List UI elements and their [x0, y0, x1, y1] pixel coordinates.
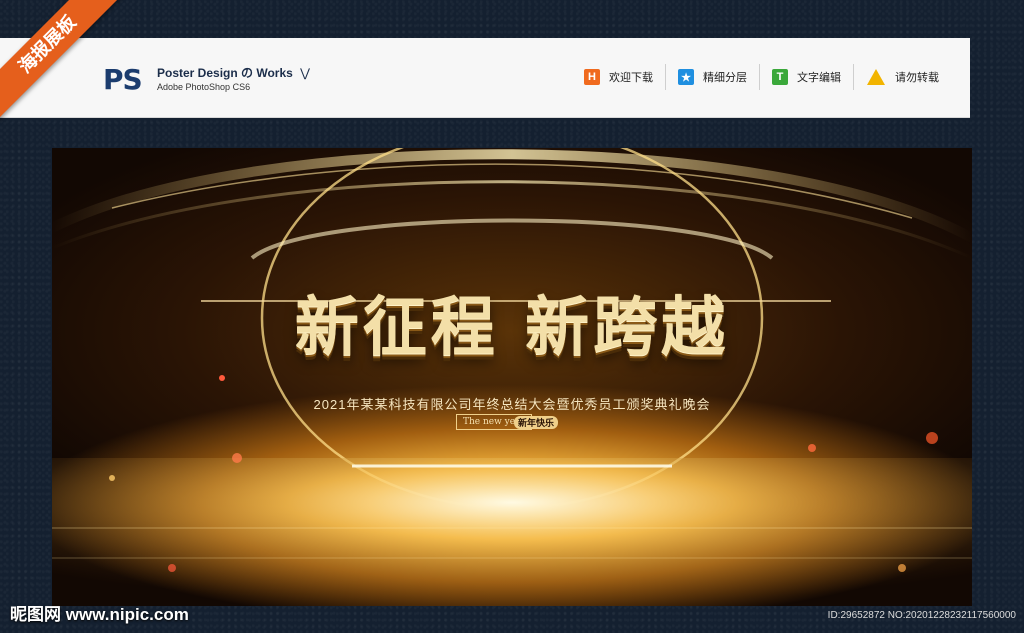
header-bar: PS Poster Design の Works ⋁ Adobe PhotoSh… [0, 38, 970, 118]
tool-download-label: 欢迎下载 [609, 72, 653, 84]
poster-preview: 新征程 新跨越 2021年某某科技有限公司年终总结大会暨优秀员工颁奖典礼晚会 T… [52, 148, 972, 606]
tool-download[interactable]: H 欢迎下载 [572, 64, 665, 90]
star-icon: ★ [678, 69, 694, 85]
h-icon: H [584, 69, 600, 85]
poster-subtitle: 2021年某某科技有限公司年终总结大会暨优秀员工颁奖典礼晚会 [313, 397, 711, 412]
toolbar: H 欢迎下载 ★ 精细分层 T 文字编辑 请勿转载 [572, 64, 951, 90]
warning-icon [866, 69, 886, 85]
chevron-down-icon[interactable]: ⋁ [300, 66, 310, 80]
image-id-text: ID:29652872 NO:20201228232117560000 [827, 610, 1016, 621]
text-icon: T [772, 69, 788, 85]
tool-text-edit-label: 文字编辑 [797, 72, 841, 84]
badge-happy-new-year: 新年快乐 [514, 416, 559, 429]
site-watermark: 昵图网 www.nipic.com [10, 605, 189, 624]
tool-no-repost-label: 请勿转载 [895, 72, 939, 84]
brand-title[interactable]: Poster Design の Works ⋁ [157, 64, 310, 81]
corner-ribbon: 海报展板 [0, 0, 130, 130]
ribbon-label: 海报展板 [0, 0, 124, 121]
tool-no-repost[interactable]: 请勿转载 [853, 64, 951, 90]
brand-subtitle: Adobe PhotoShop CS6 [157, 82, 251, 92]
brand-title-text: Poster Design の Works [157, 66, 293, 80]
tool-layers-label: 精细分层 [703, 72, 747, 84]
tool-text-edit[interactable]: T 文字编辑 [759, 64, 853, 90]
tool-layers[interactable]: ★ 精细分层 [665, 64, 759, 90]
poster-light-effects [52, 148, 972, 606]
poster-headline: 新征程 新跨越 [294, 290, 730, 365]
